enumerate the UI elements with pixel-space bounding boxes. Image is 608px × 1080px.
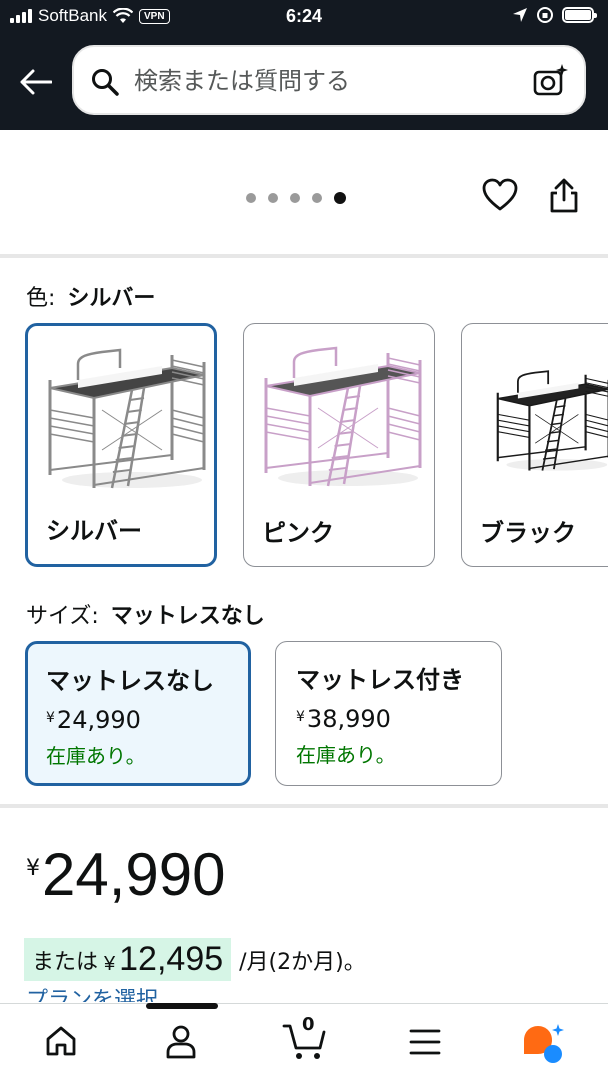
ai-assistant-icon (524, 1024, 564, 1063)
price-value: 24,990 (56, 706, 141, 734)
installment-amount: ¥12,495 (104, 940, 223, 979)
color-option-label: ブラック (480, 519, 576, 547)
nav-menu[interactable] (408, 1028, 442, 1060)
carousel-dot[interactable] (290, 193, 300, 203)
color-option-pink[interactable]: ピンク (243, 323, 435, 567)
share-icon[interactable] (548, 178, 580, 214)
size-label: サイズ: マットレスなし (26, 598, 265, 630)
installment-term: /月(2か月)。 (239, 949, 366, 975)
carousel-dot-active[interactable] (334, 192, 346, 204)
home-indicator (146, 1003, 218, 1009)
loft-bed-image (264, 346, 422, 487)
price-amount: 24,990 (42, 841, 226, 908)
heart-icon[interactable] (482, 178, 518, 212)
stock-status: 在庫あり。 (46, 744, 146, 768)
divider (0, 254, 608, 258)
home-icon (46, 1026, 76, 1056)
currency-symbol: ¥ (46, 710, 55, 726)
size-label-text: サイズ: (26, 604, 99, 629)
selected-size-value: マットレスなし (110, 604, 265, 629)
carousel-dot[interactable] (246, 193, 256, 203)
back-button[interactable] (14, 62, 58, 102)
size-option-no-mattress[interactable]: マットレスなし ¥24,990 在庫あり。 (25, 641, 251, 786)
size-option-name: マットレス付き (296, 666, 464, 694)
status-bar: SoftBank VPN 6:24 (0, 0, 608, 34)
divider (0, 804, 608, 808)
carousel-dot[interactable] (268, 193, 278, 203)
nav-rufus[interactable] (522, 1024, 566, 1068)
back-arrow-icon (20, 69, 52, 95)
bottom-nav: 0 (0, 1003, 608, 1080)
installment-highlight: または ¥12,495 (24, 938, 232, 981)
orientation-lock-icon (537, 7, 553, 23)
carousel-dot[interactable] (312, 193, 322, 203)
installment-value: 12,495 (119, 940, 224, 978)
currency-symbol: ¥ (104, 953, 116, 975)
menu-icon (409, 1029, 441, 1055)
size-option-name: マットレスなし (46, 667, 214, 695)
nav-account[interactable] (164, 1024, 198, 1064)
size-option-price: ¥24,990 (46, 706, 230, 734)
carousel-dots (246, 192, 346, 204)
choose-plan-link[interactable]: プランを選択 (26, 988, 158, 1002)
size-option-price: ¥38,990 (296, 705, 481, 733)
color-label-text: 色: (26, 286, 56, 311)
battery-icon (562, 7, 597, 23)
color-option-label: ピンク (262, 519, 334, 547)
product-price: ¥ 24,990 (26, 840, 226, 909)
person-icon (166, 1025, 196, 1059)
image-carousel[interactable] (0, 130, 608, 254)
loft-bed-image (496, 370, 608, 471)
currency-symbol: ¥ (296, 709, 305, 725)
color-option-label: シルバー (46, 517, 142, 545)
installment-offer: または ¥12,495 /月(2か月)。 (24, 938, 366, 981)
nav-cart[interactable]: 0 (282, 1014, 328, 1066)
search-icon (92, 69, 119, 96)
location-arrow-icon (513, 8, 527, 22)
top-bar: SoftBank VPN 6:24 (0, 0, 608, 130)
nav-home[interactable] (44, 1024, 78, 1062)
color-option-silver[interactable]: シルバー (25, 323, 217, 567)
cart-count: 0 (302, 1014, 315, 1035)
search-bar[interactable] (72, 45, 586, 115)
price-value: 38,990 (306, 705, 391, 733)
camera-search-icon[interactable] (532, 63, 568, 99)
stock-status: 在庫あり。 (296, 743, 396, 767)
search-input[interactable] (134, 61, 514, 101)
size-option-with-mattress[interactable]: マットレス付き ¥38,990 在庫あり。 (275, 641, 502, 786)
color-option-black[interactable]: ブラック (461, 323, 608, 567)
color-label: 色: シルバー (26, 280, 155, 312)
currency-symbol: ¥ (26, 856, 40, 881)
installment-prefix: または (32, 949, 99, 975)
loft-bed-image (48, 348, 206, 489)
selected-color-value: シルバー (67, 286, 156, 311)
